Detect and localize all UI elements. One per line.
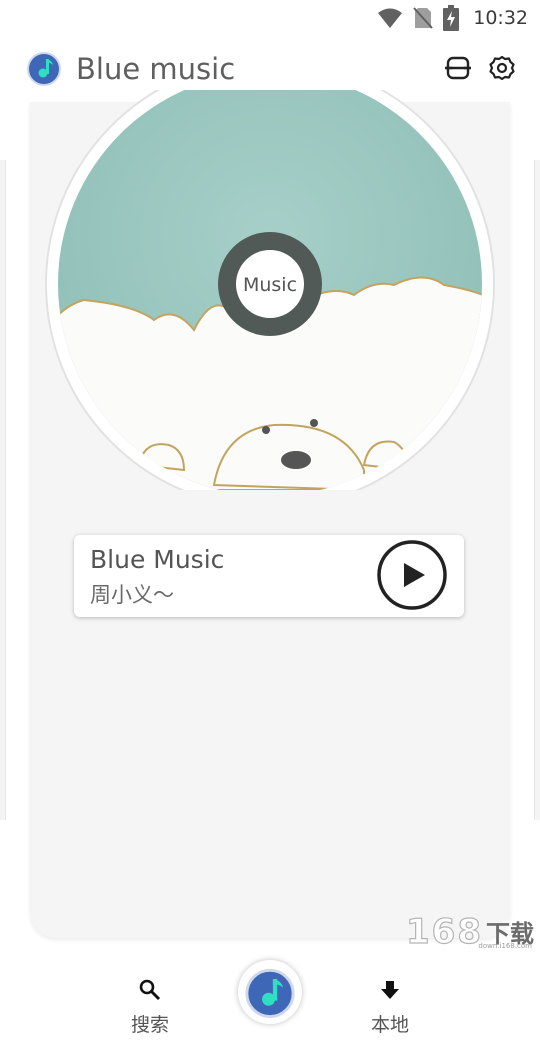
battery-charging-icon <box>443 5 460 31</box>
search-icon <box>139 979 161 1001</box>
nav-local-label: 本地 <box>370 1014 409 1036</box>
prev-page-sliver <box>0 160 6 820</box>
app-title: Blue music <box>76 52 236 86</box>
player-card: Music Blue Music 周小义～ 搜索 本地 <box>30 90 510 1036</box>
status-bar: 10:32 <box>0 0 540 36</box>
site-watermark: 168 下载 down.i168.com <box>405 911 534 952</box>
watermark-digits: 168 <box>405 911 483 952</box>
disc-center-label: Music <box>243 274 297 296</box>
wifi-icon <box>378 8 403 28</box>
scan-icon <box>445 56 471 80</box>
app-logo-icon <box>27 52 61 86</box>
nav-search[interactable]: 搜索 <box>110 978 190 1037</box>
song-artist: 周小义～ <box>90 583 174 607</box>
watermark-sub: down.i168.com <box>478 942 532 950</box>
player-logo-icon <box>245 968 295 1018</box>
nav-local[interactable]: 本地 <box>350 978 430 1037</box>
album-disc[interactable]: Music <box>44 90 496 490</box>
nav-player[interactable] <box>238 960 302 1024</box>
nav-search-label: 搜索 <box>130 1014 169 1036</box>
status-icons: 10:32 <box>377 4 528 32</box>
now-playing-bar[interactable]: Blue Music 周小义～ <box>74 535 464 617</box>
settings-gear-icon <box>489 55 515 81</box>
download-arrow-icon <box>381 981 399 999</box>
settings-button[interactable] <box>487 53 517 83</box>
no-sim-icon <box>413 7 433 29</box>
next-page-sliver <box>534 160 540 820</box>
status-time: 10:32 <box>473 7 528 29</box>
scan-button[interactable] <box>443 53 473 83</box>
play-button[interactable] <box>376 539 448 611</box>
song-title: Blue Music <box>90 545 225 574</box>
bottom-nav: 搜索 本地 <box>30 938 510 1042</box>
